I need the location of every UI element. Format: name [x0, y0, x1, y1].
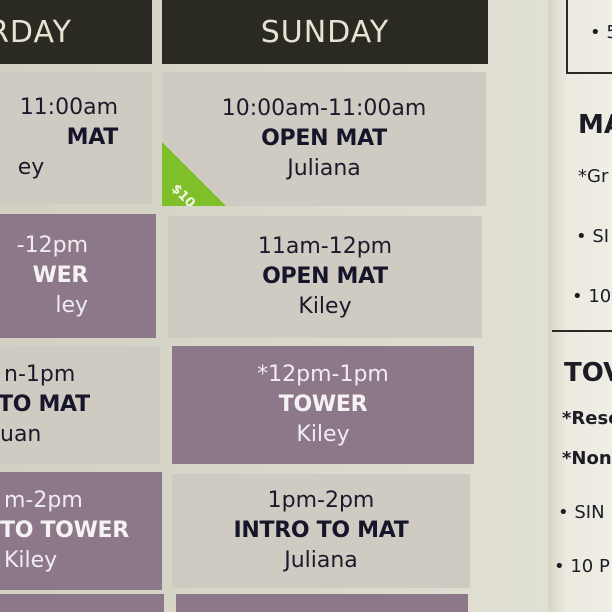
next-row-sunday	[176, 594, 468, 612]
slot-class: TO MAT	[0, 392, 90, 417]
slot-instructor: Juliana	[284, 548, 358, 573]
slot-class: OPEN MAT	[261, 126, 387, 151]
legend-item: • SIN	[558, 502, 605, 523]
saturday-header: RDAY	[0, 0, 152, 64]
slot-class: WER	[32, 263, 89, 288]
saturday-slot-3: n-1pm TO MAT uan	[0, 346, 160, 464]
slot-time: m-2pm	[4, 488, 83, 513]
sunday-header: SUNDAY	[162, 0, 488, 64]
slot-instructor: Kiley	[298, 294, 352, 319]
legend-item: *Non-	[562, 448, 612, 469]
sunday-slot-2: 11am-12pm OPEN MAT Kiley	[168, 216, 482, 338]
slot-class: TOWER	[278, 392, 368, 417]
slot-class: OPEN MAT	[262, 264, 388, 289]
slot-instructor: ley	[55, 293, 88, 318]
legend-item: *Gr	[578, 166, 609, 187]
slot-time: *12pm-1pm	[257, 362, 389, 387]
legend-item: • 10 P	[554, 556, 610, 577]
saturday-slot-4: m-2pm TO TOWER Kiley	[0, 472, 162, 590]
slot-time: 11am-12pm	[257, 234, 393, 259]
sunday-header-label: SUNDAY	[260, 14, 390, 50]
sunday-slot-3: *12pm-1pm TOWER Kiley	[172, 346, 474, 464]
slot-instructor: Juliana	[287, 156, 361, 181]
slot-time: 11:00am	[19, 95, 118, 120]
slot-time: 1pm-2pm	[267, 488, 375, 513]
sunday-slot-1: 10:00am-11:00am OPEN MAT Juliana $10	[162, 72, 486, 206]
saturday-header-label: RDAY	[0, 14, 72, 50]
legend-item: • 10	[572, 286, 612, 307]
legend-panel: • 5 MA *Gr • SI • 10 TOV *Rese *Non- • S…	[548, 0, 612, 612]
slot-time: -12pm	[16, 233, 88, 258]
price-tag: $10	[162, 142, 226, 206]
slot-instructor: Kiley	[296, 422, 350, 447]
slot-class: MAT	[66, 125, 119, 150]
slot-instructor: uan	[0, 422, 42, 447]
legend-box-text: • 5	[590, 22, 612, 43]
slot-class: TO TOWER	[0, 518, 129, 543]
slot-time: 10:00am-11:00am	[221, 96, 427, 121]
legend-item: • SI	[576, 226, 610, 247]
next-row-saturday	[0, 594, 164, 612]
slot-class: INTRO TO MAT	[233, 518, 409, 543]
legend-item: *Rese	[562, 408, 612, 429]
legend-heading-mat: MA	[578, 110, 612, 140]
sunday-slot-4: 1pm-2pm INTRO TO MAT Juliana	[172, 474, 470, 588]
slot-instructor: Kiley	[4, 548, 58, 573]
saturday-slot-2: -12pm WER ley	[0, 214, 156, 338]
slot-instructor: ey	[17, 155, 45, 180]
saturday-slot-1: 11:00am MAT ey	[0, 72, 152, 204]
legend-heading-tower: TOV	[564, 358, 612, 388]
slot-time: n-1pm	[4, 362, 76, 387]
legend-divider	[552, 330, 612, 332]
